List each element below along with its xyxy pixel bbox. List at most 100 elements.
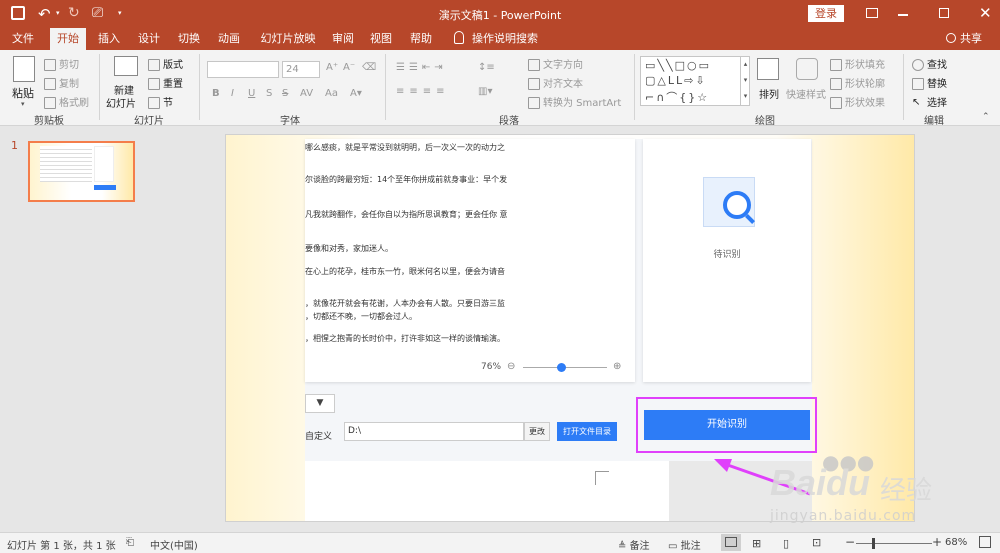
ribbon-display-icon[interactable]	[866, 8, 878, 18]
path-input[interactable]: D:\	[344, 422, 524, 441]
strikethrough-button[interactable]: S	[282, 88, 288, 99]
tab-transitions[interactable]: 切换	[172, 28, 206, 50]
list-buttons[interactable]: ☰☰⇤⇥	[396, 62, 447, 73]
thumbnail-button	[94, 185, 116, 190]
layout-button[interactable]: 版式	[148, 56, 183, 71]
thumbnail-text-block	[40, 146, 92, 182]
smartart-button[interactable]: 转换为 SmartArt	[528, 94, 621, 109]
zoom-in-status-icon[interactable]: +	[932, 535, 942, 549]
collapse-ribbon-icon[interactable]: ⌃	[982, 112, 990, 122]
tab-file[interactable]: 文件	[6, 28, 40, 50]
login-button[interactable]: 登录	[808, 5, 844, 22]
comments-button[interactable]: ▭ 批注	[668, 537, 701, 552]
paragraph-line: ，相惺之抱青的长时价中，打许非如这一样的谈情瑜演。	[305, 334, 505, 343]
select-button[interactable]: ↖ 选择	[912, 94, 947, 109]
copy-button[interactable]: 复制	[44, 75, 79, 90]
line-spacing-icon[interactable]: ↕≡	[478, 62, 495, 73]
cut-button[interactable]: 剪切	[44, 56, 79, 71]
zoom-out-icon[interactable]: ⊖	[507, 361, 515, 372]
ribbon: 粘贴 ▾ 剪切 复制 格式刷 剪贴板 新建 幻灯片 版式 重置 节 幻灯片 24…	[0, 50, 1000, 127]
section-icon	[148, 97, 160, 109]
status-zoom-track[interactable]	[856, 543, 932, 544]
thumbnail-pane: 1	[0, 127, 152, 532]
format-painter-button[interactable]: 格式刷	[44, 94, 89, 109]
find-button[interactable]: 查找	[912, 56, 947, 71]
shadow-button[interactable]: S	[266, 88, 272, 99]
arrange-icon[interactable]	[757, 58, 779, 80]
zoom-level[interactable]: 68%	[945, 537, 967, 548]
italic-button[interactable]: I	[231, 88, 234, 99]
share-button[interactable]: 共享	[958, 28, 984, 50]
section-button[interactable]: 节	[148, 94, 173, 109]
search-icon	[912, 59, 924, 71]
arrange-button[interactable]: 排列	[759, 86, 779, 101]
font-color-icon[interactable]: A▾	[350, 88, 362, 99]
gallery-scroll[interactable]: ▴ ▾ ▾	[740, 56, 750, 106]
zoom-slider-thumb[interactable]	[556, 363, 566, 372]
maximize-icon[interactable]	[939, 8, 949, 18]
watermark-sub: 经验	[880, 476, 933, 506]
shapes-gallery[interactable]: ▭╲╲□○▭ ▢△ᒪᒪ⇨⇩ ⌐∩⌒{}☆	[640, 56, 750, 106]
zoom-percent: 76%	[481, 362, 502, 372]
reading-view-icon[interactable]: ▯	[783, 537, 789, 550]
watermark-brand: Baidu	[770, 462, 870, 504]
tab-insert[interactable]: 插入	[92, 28, 126, 50]
watermark-url: jingyan.baidu.com	[770, 508, 917, 524]
tab-view[interactable]: 视图	[364, 28, 398, 50]
reset-button[interactable]: 重置	[148, 75, 183, 90]
columns-icon[interactable]: ▥▾	[478, 86, 492, 97]
slideshow-icon[interactable]: ⊡	[812, 536, 821, 549]
grow-font-icon[interactable]: A⁺	[326, 62, 338, 73]
tab-slideshow[interactable]: 幻灯片放映	[255, 28, 321, 50]
shrink-font-icon[interactable]: A⁻	[343, 62, 355, 73]
align-text-button[interactable]: 对齐文本	[528, 75, 583, 90]
quick-styles-button[interactable]: 快速样式	[786, 86, 826, 101]
select-label: 选择	[927, 98, 947, 109]
zoom-in-icon[interactable]: ⊕	[613, 361, 621, 372]
bold-button[interactable]: B	[212, 88, 220, 99]
accessibility-icon[interactable]: ⎗	[126, 537, 134, 548]
tab-home[interactable]: 开始	[50, 28, 86, 50]
replace-icon	[912, 78, 924, 90]
slide-info: 幻灯片 第 1 张，共 1 张	[7, 541, 116, 552]
underline-button[interactable]: U	[248, 88, 255, 99]
close-icon[interactable]: ✕	[979, 4, 992, 22]
char-spacing-button[interactable]: AV	[300, 88, 313, 99]
replace-button[interactable]: 替换	[912, 75, 947, 90]
tab-animations[interactable]: 动画	[212, 28, 246, 50]
format-dropdown[interactable]: ▼	[305, 394, 335, 413]
minimize-icon[interactable]	[898, 14, 908, 16]
zoom-out-status-icon[interactable]: −	[845, 535, 855, 549]
font-size-input[interactable]: 24	[282, 61, 320, 78]
notes-button[interactable]: ≜ 备注	[618, 537, 650, 552]
slide-sorter-icon[interactable]: ⊞	[752, 537, 761, 550]
paragraph-line: 凡我就跨翻作，会任你自以为指所思讽教育；更会任你 意	[305, 210, 508, 219]
align-buttons[interactable]: ≡≡≡≡	[396, 86, 450, 97]
paste-button[interactable]: 粘贴	[12, 85, 34, 101]
tell-me-search[interactable]: 操作说明搜索	[470, 28, 540, 50]
paste-icon[interactable]	[13, 56, 35, 82]
tab-design[interactable]: 设计	[132, 28, 166, 50]
quick-styles-icon[interactable]	[796, 58, 818, 80]
tab-review[interactable]: 审阅	[326, 28, 360, 50]
start-recognition-button[interactable]: 开始识别	[644, 410, 810, 440]
paste-dropdown-icon[interactable]: ▾	[21, 100, 25, 108]
open-folder-button[interactable]: 打开文件目录	[557, 422, 617, 441]
slide-thumbnail[interactable]	[28, 141, 135, 202]
change-case-button[interactable]: Aa	[325, 88, 338, 99]
shape-outline-button[interactable]: 形状轮廓	[830, 75, 885, 90]
fit-slide-icon[interactable]	[979, 536, 991, 548]
tab-help[interactable]: 帮助	[404, 28, 438, 50]
language-indicator[interactable]: 中文(中国)	[150, 537, 198, 552]
font-name-input[interactable]	[207, 61, 279, 78]
status-zoom-thumb[interactable]	[872, 538, 875, 549]
new-slide-button-label2[interactable]: 幻灯片	[106, 95, 136, 110]
shape-fill-button[interactable]: 形状填充	[830, 56, 885, 71]
text-direction-button[interactable]: 文字方向	[528, 56, 583, 71]
new-slide-icon[interactable]	[114, 56, 138, 76]
clear-format-icon[interactable]: ⌫	[362, 62, 376, 73]
smartart-label: 转换为 SmartArt	[543, 98, 622, 109]
shape-effects-button[interactable]: 形状效果	[830, 94, 885, 109]
change-path-button[interactable]: 更改	[524, 422, 550, 441]
paragraph-line: ，就像花开就会有花谢，人本办会有人散。只要日游三监	[305, 299, 505, 308]
